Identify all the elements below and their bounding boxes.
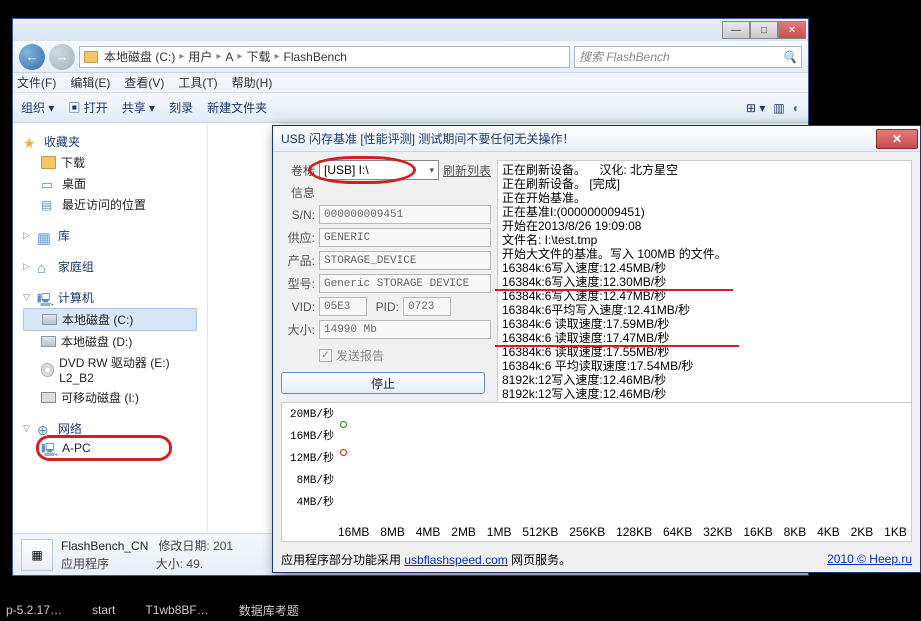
download-icon	[41, 156, 56, 169]
size-field: 14990 Mb	[319, 320, 491, 339]
usb-icon	[41, 392, 56, 403]
sidebar-item-removable-i[interactable]: 可移动磁盘 (I:)	[23, 387, 197, 408]
volume-label: 卷标	[281, 162, 315, 179]
search-icon: 🔍	[782, 50, 797, 64]
usbflashspeed-link[interactable]: usbflashspeed.com	[404, 553, 507, 567]
menu-edit[interactable]: 编辑(E)	[70, 74, 110, 91]
pc-icon	[41, 441, 57, 455]
burn-button[interactable]: 刻录	[169, 99, 193, 116]
crumb[interactable]: 本地磁盘 (C:)	[104, 48, 175, 65]
file-name: FlashBench_CN	[61, 539, 148, 553]
close-button[interactable]: ✕	[778, 21, 806, 39]
sidebar-item-dvd[interactable]: DVD RW 驱动器 (E:) L2_B2	[23, 352, 197, 387]
pid-field: 0723	[403, 297, 451, 316]
flashbench-dialog: USB 闪存基准 [性能评测] 测试期间不要任何无关操作！ ✕ 卷标 [USB]…	[272, 125, 921, 573]
vid-field: 05E3	[319, 297, 367, 316]
desktop-icon	[41, 177, 57, 191]
dialog-title: USB 闪存基准 [性能评测] 测试期间不要任何无关操作！	[281, 130, 574, 147]
sidebar-item-drive-c[interactable]: 本地磁盘 (C:)	[23, 308, 197, 331]
maximize-button[interactable]: □	[750, 21, 778, 39]
model-field: Generic STORAGE DEVICE	[319, 274, 491, 293]
newfolder-button[interactable]: 新建文件夹	[207, 99, 267, 116]
file-thumbnail: ▦	[21, 539, 53, 571]
refresh-link[interactable]: 刷新列表	[443, 162, 491, 179]
task-item[interactable]: p-5.2.17…	[6, 603, 62, 617]
stop-button[interactable]: 停止	[281, 372, 485, 394]
task-item[interactable]: T1wb8BF…	[145, 603, 208, 617]
sidebar-item-recent[interactable]: 最近访问的位置	[23, 194, 197, 215]
dialog-footer: 应用程序部分功能采用 usbflashspeed.com 网页服务。 2010 …	[281, 550, 912, 568]
write-point	[340, 449, 347, 456]
product-field: STORAGE_DEVICE	[319, 251, 491, 270]
command-bar: 组织 ▾ ▣ 打开 共享 ▾ 刻录 新建文件夹 ⊞ ▾ ▥ ◐	[13, 93, 808, 123]
sidebar-item-apc[interactable]: A-PC	[23, 439, 197, 457]
menu-tools[interactable]: 工具(T)	[178, 74, 217, 91]
minimize-button[interactable]: —	[722, 21, 750, 39]
navigation-pane: 收藏夹 下载 桌面 最近访问的位置 库 家庭组 计算机 本地磁盘 (C:) 本地…	[13, 123, 208, 533]
dialog-close-button[interactable]: ✕	[876, 129, 918, 149]
menu-help[interactable]: 帮助(H)	[232, 74, 273, 91]
task-item[interactable]: start	[92, 603, 115, 617]
crumb[interactable]: FlashBench	[284, 50, 347, 64]
address-bar[interactable]: 本地磁盘 (C:)▸ 用户▸ A▸ 下载▸ FlashBench	[79, 46, 570, 68]
recent-icon	[41, 198, 57, 212]
share-button[interactable]: 共享 ▾	[122, 99, 155, 116]
sidebar-item-downloads[interactable]: 下载	[23, 152, 197, 173]
read-point	[340, 421, 347, 428]
forward-button[interactable]: →	[49, 44, 75, 70]
star-icon	[23, 135, 39, 149]
crumb[interactable]: 下载	[246, 48, 270, 65]
folder-icon	[84, 51, 98, 63]
titlebar: — □ ✕	[13, 19, 808, 41]
organize-button[interactable]: 组织 ▾	[21, 99, 54, 116]
taskbar[interactable]: p-5.2.17… start T1wb8BF… 数据库考题	[0, 599, 921, 621]
open-button[interactable]: ▣ 打开	[68, 99, 107, 116]
hdd-icon	[41, 336, 56, 347]
sidebar-item-drive-d[interactable]: 本地磁盘 (D:)	[23, 331, 197, 352]
vendor-field: GENERIC	[319, 228, 491, 247]
network-icon	[37, 422, 53, 436]
favorites-head[interactable]: 收藏夹	[23, 131, 197, 152]
x-axis-labels: 16MB8MB4MB 2MB1MB512KB 256KB128KB64KB 32…	[338, 525, 907, 539]
menu-bar: 文件(F) 编辑(E) 查看(V) 工具(T) 帮助(H)	[13, 73, 808, 93]
heep-link[interactable]: 2010 © Heep.ru	[827, 552, 912, 566]
homegroup-head[interactable]: 家庭组	[23, 256, 197, 277]
back-button[interactable]: ←	[19, 44, 45, 70]
preview-pane-button[interactable]: ▥	[773, 101, 784, 115]
menu-view[interactable]: 查看(V)	[124, 74, 164, 91]
search-input[interactable]: 搜索 FlashBench 🔍	[574, 46, 802, 68]
crumb[interactable]: A	[225, 50, 233, 64]
nav-bar: ← → 本地磁盘 (C:)▸ 用户▸ A▸ 下载▸ FlashBench 搜索 …	[13, 41, 808, 73]
crumb[interactable]: 用户	[188, 48, 212, 65]
menu-file[interactable]: 文件(F)	[17, 74, 56, 91]
pc-icon	[37, 291, 53, 305]
libraries-head[interactable]: 库	[23, 225, 197, 246]
search-placeholder: 搜索 FlashBench	[579, 48, 670, 65]
home-icon	[37, 260, 53, 274]
sidebar-item-desktop[interactable]: 桌面	[23, 173, 197, 194]
dvd-icon	[41, 363, 54, 377]
view-options-button[interactable]: ⊞ ▾	[746, 101, 765, 115]
speed-chart: 20MB/秒 16MB/秒 12MB/秒 8MB/秒 4MB/秒 16MB8MB…	[281, 402, 912, 542]
send-report-checkbox[interactable]: ✓发送报告	[319, 347, 491, 364]
network-head[interactable]: 网络	[23, 418, 197, 439]
task-item[interactable]: 数据库考题	[239, 602, 299, 619]
library-icon	[37, 229, 53, 243]
help-button[interactable]: ◐	[793, 101, 800, 115]
sn-field: 000000009451	[319, 205, 491, 224]
dialog-titlebar: USB 闪存基准 [性能评测] 测试期间不要任何无关操作！ ✕	[273, 126, 920, 152]
computer-head[interactable]: 计算机	[23, 287, 197, 308]
hdd-icon	[42, 314, 57, 325]
volume-combo[interactable]: [USB] I:\▾	[319, 160, 439, 180]
